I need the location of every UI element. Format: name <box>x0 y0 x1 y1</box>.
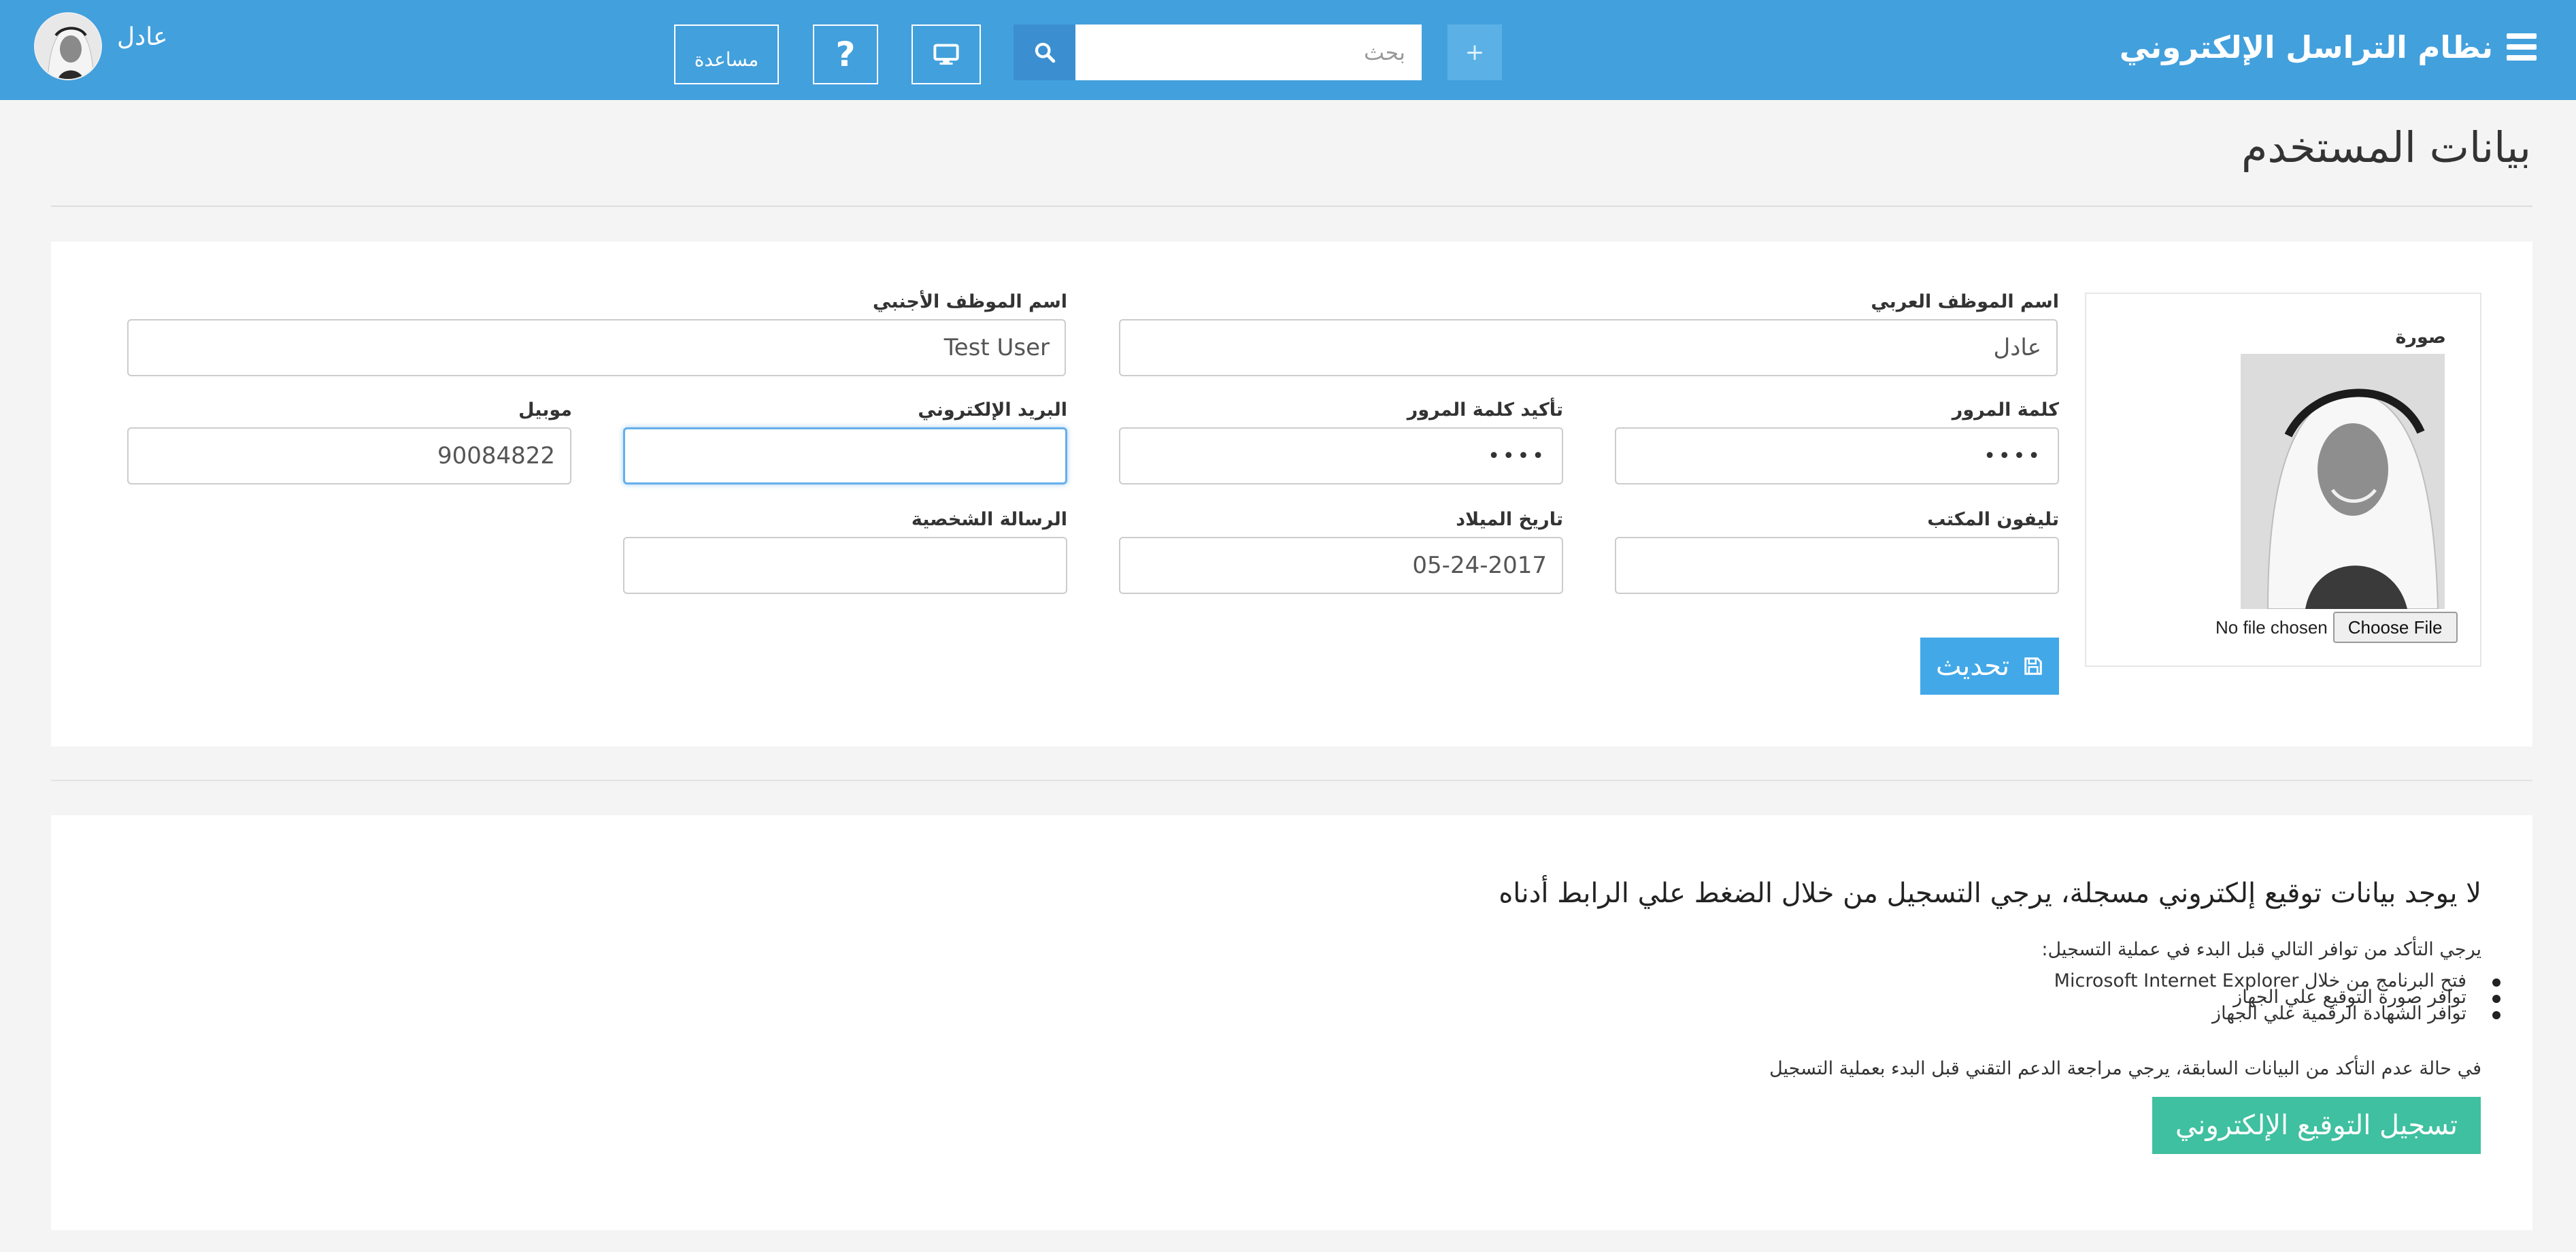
signature-heading: لا يوجد بيانات توقيع إلكتروني مسجلة، يرج… <box>1499 878 2481 909</box>
list-item: توافر الشهادة الرقمية علي الجهاز <box>2054 1004 2501 1023</box>
arabic-name-field[interactable] <box>1119 319 2058 376</box>
question-icon: ? <box>835 35 856 74</box>
update-button-label: تحديث <box>1935 650 2010 682</box>
title-divider <box>51 205 2532 207</box>
app-title: نظام التراسل الإلكتروني <box>2119 29 2493 65</box>
foreign-name-label: اسم الموظف الأجنبي <box>873 291 1067 312</box>
choose-file-button[interactable]: Choose File <box>2332 612 2458 643</box>
birth-date-label: تاريخ الميلاد <box>1456 509 1563 530</box>
user-menu[interactable]: عادل <box>34 12 168 80</box>
office-phone-label: تليفون المكتب <box>1927 509 2059 530</box>
file-status: No file chosen <box>2215 616 2328 638</box>
page-title: بيانات المستخدم <box>2241 122 2531 172</box>
monitor-icon <box>933 44 959 65</box>
email-field[interactable] <box>623 427 1067 484</box>
search-input[interactable] <box>1075 24 1422 80</box>
file-upload: No file chosen Choose File <box>2215 611 2458 644</box>
help-button[interactable]: مساعدة <box>674 24 779 84</box>
password-label: كلمة المرور <box>1952 399 2059 421</box>
app-brand[interactable]: نظام التراسل الإلكتروني <box>2120 26 2537 68</box>
hamburger-icon[interactable] <box>2507 33 2537 61</box>
photo-label: صورة <box>2395 327 2446 348</box>
avatar <box>34 12 102 80</box>
password-field[interactable] <box>1615 427 2059 484</box>
save-icon <box>2024 657 2042 675</box>
desktop-button[interactable] <box>911 24 981 84</box>
mobile-label: موبيل <box>518 399 572 421</box>
question-button[interactable]: ? <box>813 24 878 84</box>
top-navbar: نظام التراسل الإلكتروني + ? مساعدة <box>0 0 2576 100</box>
confirm-password-field[interactable] <box>1119 427 1563 484</box>
signature-note: في حالة عدم التأكد من البيانات السابقة، … <box>1769 1058 2481 1079</box>
personal-message-label: الرسالة الشخصية <box>911 509 1067 530</box>
search-button[interactable] <box>1014 24 1075 80</box>
search-icon <box>1035 42 1055 63</box>
add-button[interactable]: + <box>1448 24 1502 80</box>
office-phone-field[interactable] <box>1615 537 2059 594</box>
email-label: البريد الإلكتروني <box>918 399 1067 421</box>
user-photo <box>2241 354 2445 609</box>
user-name: عادل <box>117 22 168 51</box>
register-signature-button[interactable]: تسجيل التوقيع الإلكتروني <box>2152 1097 2481 1154</box>
birth-date-field[interactable] <box>1119 537 1563 594</box>
mobile-field[interactable] <box>127 427 571 484</box>
update-button[interactable]: تحديث <box>1920 638 2059 695</box>
arabic-name-label: اسم الموظف العربي <box>1871 291 2059 312</box>
requirements-list: فتح البرنامج من خلال Microsoft Internet … <box>2054 972 2501 1023</box>
section-divider <box>51 780 2532 781</box>
foreign-name-field[interactable] <box>127 319 1066 376</box>
signature-intro: يرجي التأكد من توافر التالي قبل البدء في… <box>2041 939 2481 960</box>
personal-message-field[interactable] <box>623 537 1067 594</box>
photo-panel: صورة No file chosen Choose File <box>2085 293 2481 667</box>
confirm-password-label: تأكيد كلمة المرور <box>1407 399 1563 421</box>
